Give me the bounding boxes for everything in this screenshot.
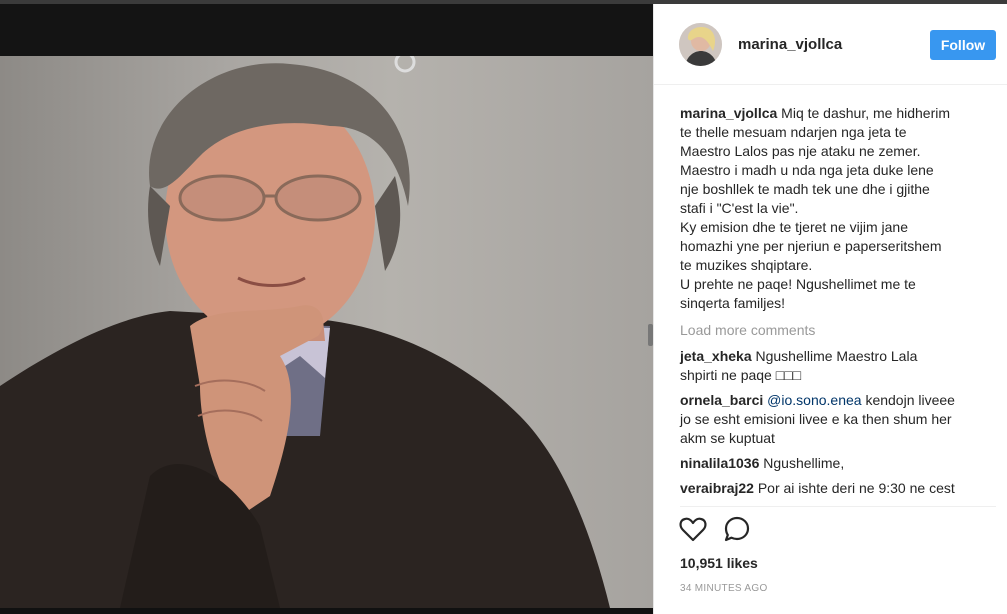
post-side-panel: marina_vjollca Follow marina_vjollca Miq… [653,4,1007,614]
post-timestamp[interactable]: 34 MINUTES AGO [680,583,768,594]
comment-mention-link[interactable]: @io.sono.enea [767,392,861,408]
post-media[interactable] [0,4,653,614]
load-more-comments-link[interactable]: Load more comments [680,321,1000,340]
caption-line: homazhi yne per njeriun e paperseritshem [680,238,942,254]
comment-text: jo se esht emisioni livee e ka then shum… [680,411,952,427]
comment-username[interactable]: ornela_barci [680,392,763,408]
caption-line: te muzikes shqiptare. [680,257,813,273]
comment-text: Por ai ishte deri ne 9:30 ne cest [757,480,955,496]
comment-text: shpirti ne paqe □□□ [680,367,802,383]
avatar-image [679,23,722,66]
like-button[interactable] [678,514,708,544]
comment-item: jeta_xheka Ngushellime Maestro Lala shpi… [680,347,1000,385]
likes-count[interactable]: 10,951 likes [680,555,758,571]
caption-line: sinqerta familjes! [680,295,786,311]
media-letterbox-top [0,4,653,56]
follow-button[interactable]: Follow [930,30,996,60]
actions-divider [680,506,996,507]
comment-text: akm se kuptuat [680,430,775,446]
comment-username[interactable]: jeta_xheka [680,348,752,364]
post-photo[interactable] [0,56,653,608]
caption-line: Miq te dashur, me hidherim [781,105,951,121]
caption-line: te thelle mesuam ndarjen nga jeta te [680,124,907,140]
avatar[interactable] [679,23,722,66]
comment-text: Ngushellime, [763,455,845,471]
comment-text: kendojn liveee [865,392,955,408]
caption-line: Maestro i madh u nda nga jeta duke lene [680,162,934,178]
comment-bubble-icon [724,516,750,542]
comment-button[interactable] [722,514,752,544]
caption-line: nje boshllek te madh tek une dhe i gjith… [680,181,930,197]
media-letterbox-bottom [0,608,653,614]
caption-username[interactable]: marina_vjollca [680,105,777,121]
comment-item: ninalila1036 Ngushellime, [680,454,1000,473]
caption-line: Ky emision dhe te tjeret ne vijim jane [680,219,908,235]
caption-line: Maestro Lalos pas nje ataku ne zemer. [680,143,921,159]
comment-text: Ngushellime Maestro Lala [755,348,918,364]
comment-item: ornela_barci @io.sono.enea kendojn livee… [680,391,1000,448]
caption: marina_vjollca Miq te dashur, me hidheri… [680,104,1000,313]
comment-list: marina_vjollca Miq te dashur, me hidheri… [680,104,1000,504]
heart-icon [679,517,707,542]
comment-username[interactable]: ninalila1036 [680,455,759,471]
comment-item: veraibraj22 Por ai ishte deri ne 9:30 ne… [680,479,1000,498]
portrait-photo [0,56,610,608]
comment-username[interactable]: veraibraj22 [680,480,754,496]
caption-line: stafi i "C'est la vie". [680,200,799,216]
caption-line: U prehte ne paqe! Ngushellimet me te [680,276,916,292]
header-username[interactable]: marina_vjollca [738,36,842,53]
post-header: marina_vjollca Follow [654,4,1007,85]
